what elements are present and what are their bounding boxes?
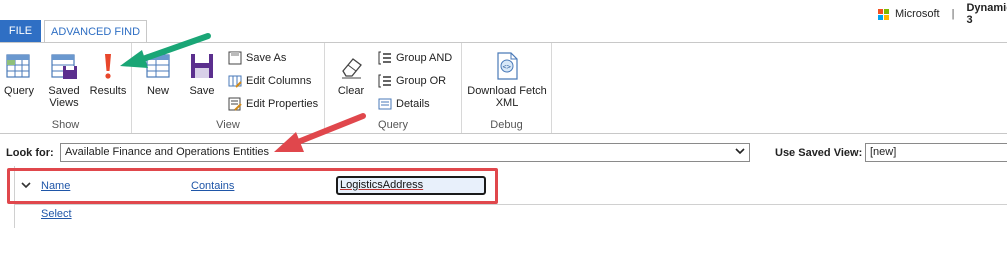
group-or-icon bbox=[378, 74, 392, 88]
query-button-label: Query bbox=[4, 85, 34, 97]
new-button-label: New bbox=[146, 85, 169, 97]
saved-view-value: [new] bbox=[870, 146, 897, 158]
query-button[interactable]: Query bbox=[3, 49, 35, 97]
save-as-icon bbox=[228, 51, 242, 65]
svg-text:<>: <> bbox=[503, 63, 511, 71]
edit-properties-label: Edit Properties bbox=[246, 98, 319, 110]
save-button-label: Save bbox=[189, 85, 215, 97]
look-for-value: Available Finance and Operations Entitie… bbox=[65, 146, 270, 158]
saved-view-select[interactable]: [new] bbox=[865, 143, 1007, 162]
download-fetch-label-line1: Download Fetch bbox=[467, 85, 547, 97]
save-as-button[interactable]: Save As bbox=[228, 49, 286, 67]
use-saved-view-label: Use Saved View: bbox=[775, 147, 863, 159]
edit-properties-icon bbox=[228, 97, 242, 111]
brand-header: Microsoft | Dynamics 3 bbox=[878, 2, 1007, 26]
ribbon-group-label-debug: Debug bbox=[490, 119, 523, 131]
ribbon-group-debug: <> Download Fetch XML Debug bbox=[462, 43, 552, 133]
chevron-down-icon bbox=[735, 147, 745, 158]
product-name: Dynamics 3 bbox=[966, 2, 1007, 26]
details-icon bbox=[378, 97, 392, 111]
criteria-divider bbox=[15, 204, 1007, 205]
saved-views-button[interactable]: Saved Views bbox=[44, 49, 84, 109]
saved-views-label-line1: Saved bbox=[48, 85, 80, 97]
red-highlight-box bbox=[7, 168, 498, 204]
details-label: Details bbox=[396, 98, 430, 110]
xml-document-icon: <> bbox=[491, 49, 523, 83]
details-button[interactable]: Details bbox=[378, 95, 430, 113]
green-annotation-arrow bbox=[120, 33, 211, 68]
eraser-icon bbox=[335, 49, 367, 83]
look-for-select[interactable]: Available Finance and Operations Entitie… bbox=[60, 143, 750, 162]
red-annotation-arrow bbox=[274, 113, 366, 152]
clear-button[interactable]: Clear bbox=[335, 49, 367, 97]
edit-columns-icon bbox=[228, 74, 242, 88]
microsoft-logo-icon bbox=[878, 8, 889, 20]
edit-columns-label: Edit Columns bbox=[246, 75, 312, 87]
company-name: Microsoft bbox=[895, 8, 940, 20]
saved-views-label-line2: Views bbox=[49, 97, 79, 109]
look-for-label: Look for: bbox=[6, 147, 54, 159]
results-button-label: Results bbox=[89, 85, 127, 97]
table-query-icon bbox=[3, 49, 35, 83]
ribbon-group-label-show: Show bbox=[51, 119, 80, 131]
save-as-label: Save As bbox=[246, 52, 287, 64]
clear-button-label: Clear bbox=[337, 85, 365, 97]
group-and-label: Group AND bbox=[396, 52, 453, 64]
download-fetch-xml-button[interactable]: <> Download Fetch XML bbox=[466, 49, 548, 109]
download-fetch-label-line2: XML bbox=[495, 97, 519, 109]
group-and-button[interactable]: Group AND bbox=[378, 49, 452, 67]
edit-columns-button[interactable]: Edit Columns bbox=[228, 72, 311, 90]
select-field-link[interactable]: Select bbox=[41, 208, 72, 220]
look-for-row: Look for: Available Finance and Operatio… bbox=[0, 140, 1007, 166]
tab-file[interactable]: FILE bbox=[0, 20, 41, 42]
brand-separator: | bbox=[951, 8, 955, 20]
group-or-label: Group OR bbox=[396, 75, 447, 87]
saved-views-icon bbox=[48, 49, 80, 83]
group-or-button[interactable]: Group OR bbox=[378, 72, 446, 90]
group-and-icon bbox=[378, 51, 392, 65]
